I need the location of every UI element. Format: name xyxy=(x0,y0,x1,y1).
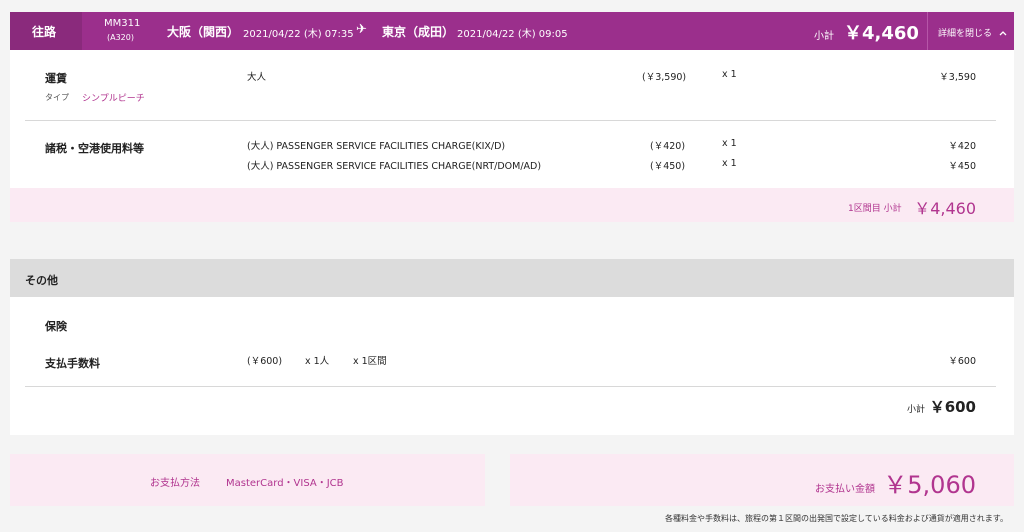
segment-subtotal-value: ￥4,460 xyxy=(914,199,976,218)
payment-method-label: お支払方法 xyxy=(150,478,200,489)
direction-label: 往路 xyxy=(32,25,57,39)
divider xyxy=(25,120,996,121)
flight-header: 往路 MM311 (A320) 大阪（関西） 2021/04/22 (木) 07… xyxy=(10,12,1014,50)
payment-method-value: MasterCard・VISA・JCB xyxy=(226,478,344,489)
taxes-label: 諸税・空港使用料等 xyxy=(45,142,144,155)
header-subtotal-value: ￥4,460 xyxy=(844,23,919,44)
other-section-panel xyxy=(10,297,1014,435)
departure-time: 2021/04/22 (木) 07:35 xyxy=(243,29,354,40)
fare-type-label: タイプ xyxy=(45,93,69,102)
footnote: 各種料金や手数料は、旅程の第１区間の出発国で設定している料金および通貨が適用され… xyxy=(665,514,1008,523)
payment-fee-passengers: x 1人 xyxy=(305,356,330,367)
segment-subtotal-label: 1区間目 小計 xyxy=(848,204,902,214)
toggle-details-label: 詳細を閉じる xyxy=(938,29,993,39)
tax-row-unit: (￥420) xyxy=(650,141,686,152)
fare-amount: ￥3,590 xyxy=(939,72,976,83)
chevron-up-icon xyxy=(998,24,1008,36)
fare-unit-price: (￥3,590) xyxy=(642,72,687,83)
payment-fee-unit: (￥600) xyxy=(247,356,283,367)
insurance-label: 保険 xyxy=(45,320,67,333)
tax-row-desc: (大人) PASSENGER SERVICE FACILITIES CHARGE… xyxy=(247,141,506,152)
tax-row-unit: (￥450) xyxy=(650,161,686,172)
other-section-title: その他 xyxy=(25,274,58,287)
fare-label: 運賃 xyxy=(45,72,67,85)
other-section-header xyxy=(10,259,1014,297)
aircraft-type: (A320) xyxy=(107,33,134,42)
tax-row-desc: (大人) PASSENGER SERVICE FACILITIES CHARGE… xyxy=(247,161,542,172)
destination-airport: 東京（成田） xyxy=(382,25,455,39)
other-subtotal-label: 小計 xyxy=(907,405,926,415)
origin-airport: 大阪（関西） xyxy=(167,25,240,39)
payment-fee-label: 支払手数料 xyxy=(45,357,100,370)
plane-icon: ✈ xyxy=(356,22,367,37)
payment-fee-segments: x 1区間 xyxy=(353,356,387,367)
total-amount-value: ￥5,060 xyxy=(883,471,976,499)
payment-fee-amount: ￥600 xyxy=(948,356,976,367)
tax-row-amount: ￥420 xyxy=(948,141,976,152)
other-subtotal-value: ￥600 xyxy=(929,398,976,416)
arrival-time: 2021/04/22 (木) 09:05 xyxy=(457,29,568,40)
tax-row-amount: ￥450 xyxy=(948,161,976,172)
tax-row-qty: x 1 xyxy=(722,138,737,149)
tax-row-qty: x 1 xyxy=(722,158,737,169)
fare-quantity: x 1 xyxy=(722,69,737,80)
fare-type-value: シンプルピーチ xyxy=(82,94,145,104)
divider xyxy=(25,386,996,387)
total-amount-label: お支払い金額 xyxy=(815,484,875,495)
header-subtotal-label: 小計 xyxy=(814,31,834,42)
flight-number: MM311 xyxy=(104,18,141,29)
toggle-details-button[interactable]: 詳細を閉じる xyxy=(928,12,1014,50)
fare-passenger-type: 大人 xyxy=(247,72,267,83)
